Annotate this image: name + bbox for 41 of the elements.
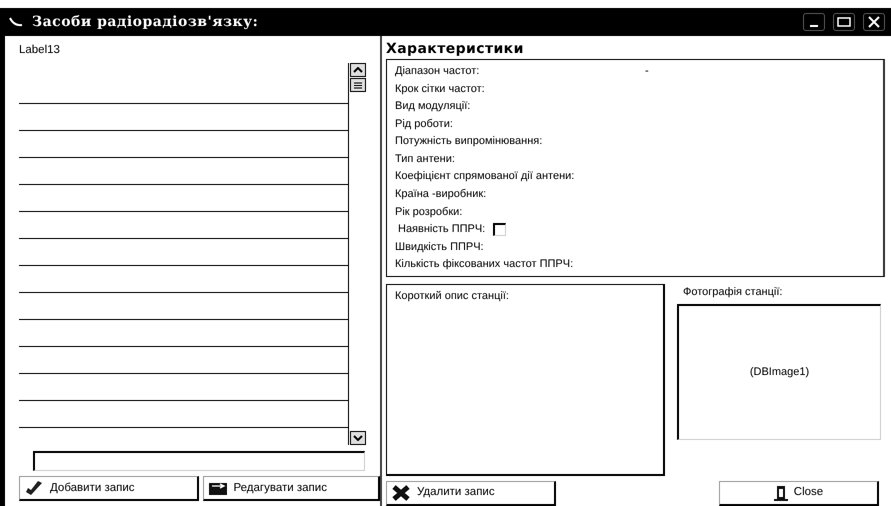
section-title: Характеристики <box>386 40 525 59</box>
scroll-down-button[interactable] <box>350 431 366 446</box>
action-button[interactable]: Удалити запис <box>386 481 556 506</box>
x-icon <box>391 485 411 501</box>
close-icon <box>868 16 880 28</box>
field-label: Діапазон частот: <box>395 64 480 80</box>
field-label: Тип антени: <box>395 152 455 167</box>
field-label: Рід роботи: <box>395 116 453 132</box>
minimize-icon <box>810 25 818 27</box>
field-label: Рік розробки: <box>395 204 462 220</box>
field-label: Вид модуляції: <box>395 99 470 114</box>
minimize-button[interactable] <box>803 13 825 31</box>
scrollbar[interactable] <box>348 63 366 446</box>
description-box[interactable]: Короткий опис станції: <box>386 284 665 476</box>
photo-label: Фотографія станції: <box>682 285 784 300</box>
list-label: Label13 <box>19 43 61 58</box>
window-title: Засоби радіорадіозв'язку: <box>32 12 258 32</box>
description-label: Короткий опис станції: <box>395 289 510 304</box>
checkbox[interactable] <box>493 222 506 236</box>
maximize-icon <box>837 17 851 27</box>
search-field[interactable] <box>33 451 365 472</box>
action-button[interactable]: Редагувати запис <box>202 476 380 502</box>
field-label: Крок сітки частот: <box>395 82 485 97</box>
action-button[interactable]: Добавити запис <box>19 476 198 502</box>
field-label: Кількість фіксованих частот ППРЧ: <box>395 257 574 272</box>
image-caption: (DBImage1) <box>750 364 810 380</box>
close-button[interactable] <box>863 13 885 31</box>
field-label: Країна -виробник: <box>395 186 486 202</box>
field-value: - <box>645 64 650 80</box>
check-icon <box>24 480 44 496</box>
field-label: Швидкість ППРЧ: <box>395 240 484 255</box>
scroll-thumb[interactable] <box>350 78 366 92</box>
maximize-button[interactable] <box>833 13 855 31</box>
app-icon <box>8 16 24 28</box>
door-icon <box>774 485 788 501</box>
field-label: Наявність ППРЧ: <box>397 222 486 238</box>
folder-icon <box>208 480 228 496</box>
scroll-up-button[interactable] <box>350 63 366 78</box>
field-label: Потужність випромінювання: <box>395 134 542 150</box>
field-label: Коефіцієнт спрямованої дії антени: <box>395 169 574 184</box>
action-button[interactable]: Close <box>719 481 879 506</box>
